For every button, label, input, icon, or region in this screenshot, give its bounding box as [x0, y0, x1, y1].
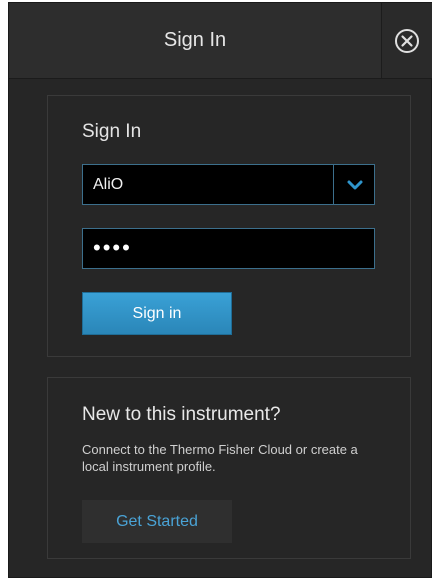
dialog-title: Sign In	[163, 29, 227, 51]
sign-in-heading: Sign In	[82, 121, 142, 142]
chevron-down-icon[interactable]	[345, 175, 365, 195]
new-instrument-description: Connect to the Thermo Fisher Cloud or cr…	[82, 442, 358, 474]
close-button[interactable]	[381, 3, 432, 78]
user-select-value: AliO	[93, 176, 124, 193]
sign-in-button[interactable]: Sign in	[82, 292, 232, 335]
close-circle-icon[interactable]	[394, 28, 420, 54]
password-field[interactable]: ••••	[82, 228, 375, 269]
user-select[interactable]: AliO	[82, 164, 375, 205]
password-masked-value: ••••	[93, 235, 132, 260]
dialog-titlebar: Sign In	[9, 3, 432, 79]
sign-in-panel: Sign In AliO •••• Sign in	[47, 95, 411, 357]
get-started-button[interactable]: Get Started	[82, 500, 232, 543]
sign-in-dialog: Sign In Sign In AliO •••• Sign in New to…	[8, 2, 432, 578]
new-instrument-panel: New to this instrument? Connect to the T…	[47, 377, 411, 559]
select-divider	[333, 165, 334, 204]
new-instrument-heading: New to this instrument?	[82, 404, 281, 425]
